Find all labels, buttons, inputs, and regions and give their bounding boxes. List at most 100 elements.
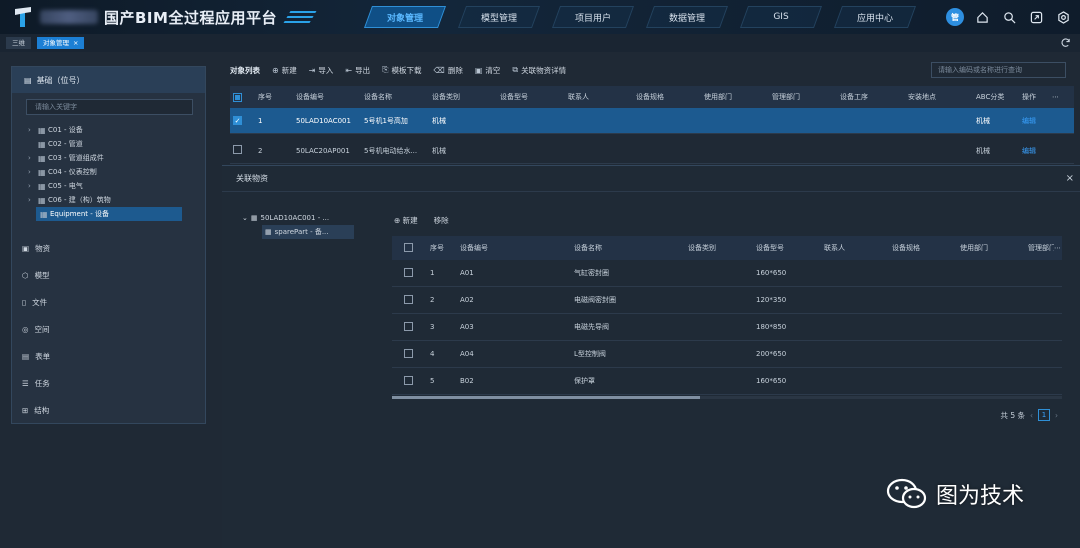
nav-data-management[interactable]: 数据管理 [640, 0, 734, 34]
sidebar-search-input[interactable]: 请输入关键字 [26, 99, 193, 115]
table-row[interactable]: ✓ 1 50LAD10AC001 5号机1号高加 机械 机械 编辑 [230, 108, 1074, 134]
file-icon: ▯ [22, 298, 27, 307]
delete-button[interactable]: ⌫ 删除 [434, 65, 463, 76]
sidebar-item-files[interactable]: ▯ 文件 [12, 289, 205, 316]
box-icon: ▣ [22, 244, 30, 253]
tree-item-c03[interactable]: › ▦ C03 - 管道组成件 [12, 151, 205, 165]
template-download-button[interactable]: ⎘ 模板下载 [382, 65, 421, 76]
more-icon[interactable]: ⋯ [1054, 244, 1062, 252]
settings-icon[interactable] [1054, 8, 1072, 26]
tab-object-management[interactable]: 对象管理 × [37, 37, 85, 49]
nav-gis[interactable]: GIS [734, 0, 828, 34]
object-table-header: 序号 设备编号 设备名称 设备类别 设备型号 联系人 设备规格 使用部门 管理部… [230, 86, 1074, 108]
select-all-checkbox[interactable] [404, 242, 413, 252]
row-checkbox[interactable] [404, 294, 413, 304]
task-icon: ☰ [22, 379, 29, 388]
dialog-new-button[interactable]: ⊕ 新建 [394, 215, 418, 226]
home-icon[interactable] [973, 8, 991, 26]
chevron-right-icon[interactable]: › [28, 182, 38, 190]
grid-icon: ▦ [250, 214, 258, 222]
tree-item-c05[interactable]: › ▦ C05 - 电气 [12, 179, 205, 193]
chevron-down-icon[interactable]: ⌄ [242, 214, 248, 222]
tree-item-c04[interactable]: › ▦ C04 - 仪表控制 [12, 165, 205, 179]
edit-link[interactable]: 编辑 [1022, 146, 1052, 156]
export-button[interactable]: ⇤ 导出 [345, 65, 370, 76]
tab-close-icon[interactable]: × [73, 39, 78, 47]
refresh-icon[interactable] [1060, 37, 1072, 49]
import-icon: ⇥ [308, 65, 316, 75]
fullscreen-icon[interactable] [1027, 8, 1045, 26]
grid-icon: ▦ [38, 139, 46, 149]
scrollbar-thumb[interactable] [392, 396, 700, 399]
sidebar-header[interactable]: ▤ 基础（位号） [12, 67, 205, 93]
dialog-table-row[interactable]: 4 A04 L型控制阀 200*650 [392, 341, 1062, 368]
chevron-right-icon[interactable]: › [28, 154, 38, 162]
chevron-right-icon[interactable]: › [28, 126, 38, 134]
nav-project-users[interactable]: 项目用户 [546, 0, 640, 34]
close-icon[interactable]: × [1066, 173, 1074, 184]
row-checkbox[interactable]: ✓ [233, 116, 242, 125]
dialog-table-header: 序号 设备编号 设备名称 设备类别 设备型号 联系人 设备规格 使用部门 管理部… [392, 236, 1062, 260]
structure-icon: ⊞ [22, 406, 29, 415]
dialog-table-row[interactable]: 3 A03 电磁先导阀 180*850 [392, 314, 1062, 341]
sidebar-item-materials[interactable]: ▣ 物资 [12, 235, 205, 262]
horizontal-scrollbar[interactable] [392, 396, 1062, 399]
row-checkbox[interactable] [404, 348, 413, 358]
new-button[interactable]: ⊕ 新建 [272, 65, 297, 76]
chevron-right-icon[interactable]: › [28, 196, 38, 204]
row-checkbox[interactable] [404, 321, 413, 331]
sidebar-item-structure[interactable]: ⊞ 结构 [12, 397, 205, 424]
pagination: 共 5 条 ‹ 1 › [1000, 409, 1058, 421]
tree-item-c06[interactable]: › ▦ C06 - 建（构）筑物 [12, 193, 205, 207]
cube-icon: ⬡ [22, 271, 29, 280]
user-badge-icon[interactable]: 管 [946, 8, 964, 26]
plus-icon: ⊕ [394, 216, 403, 225]
blurred-company-name [40, 10, 98, 24]
sidebar-tree: › ▦ C01 - 设备 ▦ C02 - 管道 › ▦ C03 - 管道组成件 › ▦ C04… [12, 123, 205, 221]
chevron-right-icon[interactable]: › [28, 168, 38, 176]
sidebar-item-forms[interactable]: ▤ 表单 [12, 343, 205, 370]
page-number[interactable]: 1 [1038, 409, 1050, 421]
import-button[interactable]: ⇥ 导入 [309, 65, 334, 76]
linked-materials-button[interactable]: ⧉ 关联物资详情 [512, 65, 566, 76]
row-checkbox[interactable] [233, 145, 242, 154]
search-icon[interactable] [1000, 8, 1018, 26]
sidebar-item-spaces[interactable]: ◎ 空间 [12, 316, 205, 343]
tab-bar: 三维 对象管理 × [0, 34, 1080, 52]
download-icon: ⎘ [382, 65, 389, 74]
nav-app-center[interactable]: 应用中心 [828, 0, 922, 34]
table-row[interactable]: 2 50LAC20AP001 5号机电动给水... 机械 机械 编辑 [230, 138, 1074, 164]
dialog-toolbar: ⊕ 新建 移除 [394, 215, 449, 226]
tree-item-c01[interactable]: › ▦ C01 - 设备 [12, 123, 205, 137]
tab-3d[interactable]: 三维 [6, 37, 31, 49]
space-icon: ◎ [22, 325, 29, 334]
decorative-stripes [283, 11, 317, 23]
clear-button[interactable]: ▣ 清空 [475, 65, 501, 76]
list-icon: ▤ [24, 75, 32, 85]
dialog-table-row[interactable]: 1 A01 气缸密封圈 160*650 [392, 260, 1062, 287]
dialog-table-row[interactable]: 5 B02 保护罩 160*650 [392, 368, 1062, 395]
tree-item-c02[interactable]: ▦ C02 - 管道 [12, 137, 205, 151]
edit-link[interactable]: 编辑 [1022, 116, 1052, 126]
app-title: 国产BIM全过程应用平台 [104, 8, 277, 27]
row-checkbox[interactable] [404, 375, 413, 385]
dialog-table-row[interactable]: 2 A02 电磁阀密封圈 120*350 [392, 287, 1062, 314]
main-nav: 对象管理 模型管理 项目用户 数据管理 GIS 应用中心 [358, 0, 922, 34]
total-count: 共 5 条 [1000, 410, 1025, 420]
grid-icon: ▦ [38, 167, 46, 177]
tree-item-equipment[interactable]: ▦ Equipment - 设备 [36, 207, 182, 221]
more-icon[interactable]: ⋯ [1052, 93, 1064, 101]
dialog-tree-root[interactable]: ⌄ ▦ 50LAD10AC001 - ... [242, 211, 382, 225]
nav-object-management[interactable]: 对象管理 [358, 0, 452, 34]
nav-model-management[interactable]: 模型管理 [452, 0, 546, 34]
dialog-tree-child[interactable]: ▦ sparePart - 备... [262, 225, 354, 239]
prev-page-icon[interactable]: ‹ [1030, 411, 1033, 420]
watermark-text: 图为技术 [936, 484, 1025, 509]
row-checkbox[interactable] [404, 267, 413, 277]
sidebar-item-models[interactable]: ⬡ 模型 [12, 262, 205, 289]
select-all-checkbox[interactable] [233, 92, 242, 102]
dialog-remove-button[interactable]: 移除 [434, 215, 449, 226]
object-search-input[interactable]: 请输入编码或名称进行查询 [931, 62, 1066, 78]
sidebar-item-tasks[interactable]: ☰ 任务 [12, 370, 205, 397]
next-page-icon[interactable]: › [1055, 411, 1058, 420]
